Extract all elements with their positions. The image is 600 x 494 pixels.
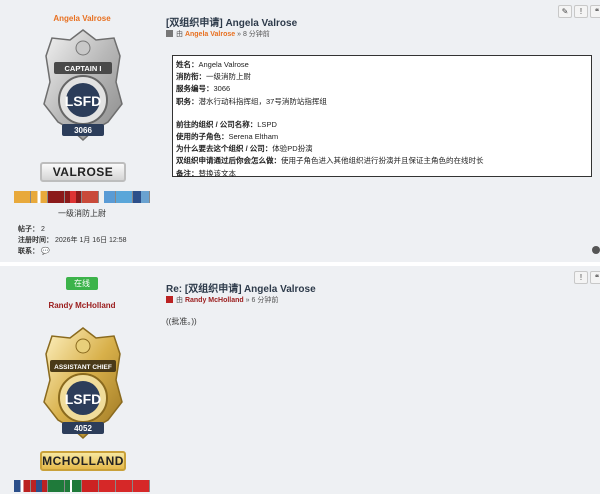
posts-count[interactable]: 2 (41, 226, 45, 233)
post-icon[interactable] (166, 30, 173, 37)
post-meta: 由 Angela Valrose » 8 分钟前 (166, 29, 270, 39)
badge-rank: ASSISTANT CHIEF (54, 364, 112, 371)
post-title[interactable]: [双组织申请] Angela Valrose (166, 14, 297, 29)
ribbon-bar (14, 191, 150, 203)
post-icon[interactable] (166, 296, 173, 303)
reply-text: ((批准。)) (166, 317, 197, 326)
post-content: [双组织申请] Angela Valrose 由 Angela Valrose … (158, 0, 600, 262)
quote-button[interactable]: ❝ (590, 271, 600, 284)
ribbon-bar (14, 480, 150, 492)
badge-dept: LSFD (65, 391, 102, 407)
post-content: Re: [双组织申请] Angela Valrose 由 Randy McHol… (158, 266, 600, 494)
meta-username[interactable]: Angela Valrose (185, 31, 235, 38)
post-time: » 8 分钟前 (237, 31, 270, 38)
post-angela: Angela Valrose CAPTAIN I LSFD 3066 VALRO… (0, 0, 600, 262)
post-time: » 6 分钟前 (245, 297, 279, 304)
badge-number: 3066 (74, 126, 92, 135)
edit-button[interactable]: ✎ (558, 5, 572, 18)
post-randy: 在线 Randy McHolland ASSISTANT CHIEF LSFD … (0, 266, 600, 494)
meta-username[interactable]: Randy McHolland (185, 297, 244, 304)
post-profile: 在线 Randy McHolland ASSISTANT CHIEF LSFD … (8, 266, 156, 494)
nameplate: VALROSE (40, 162, 126, 182)
badge-dept: LSFD (65, 93, 102, 109)
badge-image: ASSISTANT CHIEF LSFD 4052 (43, 327, 123, 440)
report-button[interactable]: ! (574, 271, 588, 284)
contact-icon[interactable]: 💬 (41, 248, 50, 255)
profile-stats: 帖子： 2 注册时间： 2026年 1月 16日 12:58 联系： 💬 (18, 226, 127, 255)
nameplate: MCHOLLAND (40, 451, 126, 471)
rank-text: 一级消防上尉 (58, 209, 106, 218)
badge-image: CAPTAIN I LSFD 3066 (43, 29, 123, 142)
application-box: 姓名：Angela Valrose 消防衔：一级消防上尉 服务编号：3066 职… (172, 55, 592, 178)
profile-username[interactable]: Randy McHolland (8, 301, 156, 310)
badge-number: 4052 (74, 424, 92, 433)
post-profile: Angela Valrose CAPTAIN I LSFD 3066 VALRO… (8, 0, 156, 262)
profile-username[interactable]: Angela Valrose (8, 14, 156, 23)
post-title[interactable]: Re: [双组织申请] Angela Valrose (166, 280, 316, 295)
online-badge: 在线 (66, 277, 98, 290)
badge-rank: CAPTAIN I (65, 64, 102, 73)
report-button[interactable]: ! (574, 5, 588, 18)
post-meta: 由 Randy McHolland » 6 分钟前 (166, 295, 278, 305)
scroll-up-icon[interactable] (592, 246, 600, 254)
join-date: 2026年 1月 16日 12:58 (54, 237, 127, 244)
quote-button[interactable]: ❝ (590, 5, 600, 18)
